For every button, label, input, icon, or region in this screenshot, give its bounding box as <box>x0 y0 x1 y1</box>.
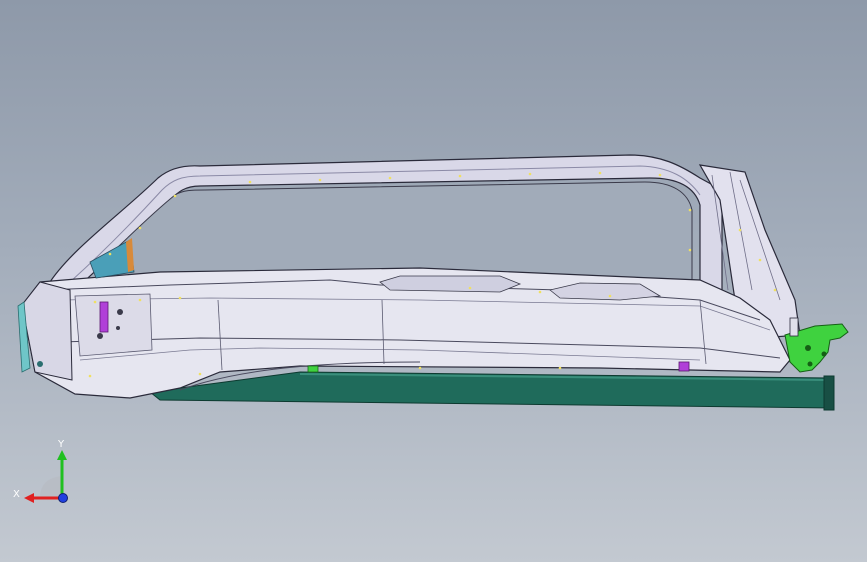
y-axis-label: Y <box>58 439 65 450</box>
sill-end-cap <box>823 375 835 411</box>
mount-hole <box>116 326 120 330</box>
mount-hole <box>117 309 123 315</box>
cad-3d-viewport[interactable]: Y X <box>0 0 867 562</box>
x-axis-arrowhead <box>24 493 34 503</box>
door-frame-model[interactable] <box>0 0 867 562</box>
hinge-pin <box>807 361 813 367</box>
lower-sill-trim[interactable] <box>148 371 834 409</box>
axis-triad: Y X <box>10 438 80 508</box>
triad-plane-shading <box>40 476 62 498</box>
x-axis-label: X <box>13 489 20 500</box>
front-inner-panel <box>74 293 153 357</box>
inner-recess <box>379 275 522 293</box>
purple-clip[interactable] <box>99 301 109 333</box>
hinge-tab <box>789 317 799 337</box>
z-axis-dot <box>58 493 68 503</box>
y-axis-arrowhead <box>57 450 67 460</box>
hinge-pin <box>805 345 811 351</box>
mount-hole <box>37 361 43 367</box>
hinge-pin <box>821 351 827 357</box>
purple-clip[interactable] <box>678 361 690 372</box>
green-clip[interactable] <box>307 365 319 373</box>
mount-hole <box>97 333 103 339</box>
